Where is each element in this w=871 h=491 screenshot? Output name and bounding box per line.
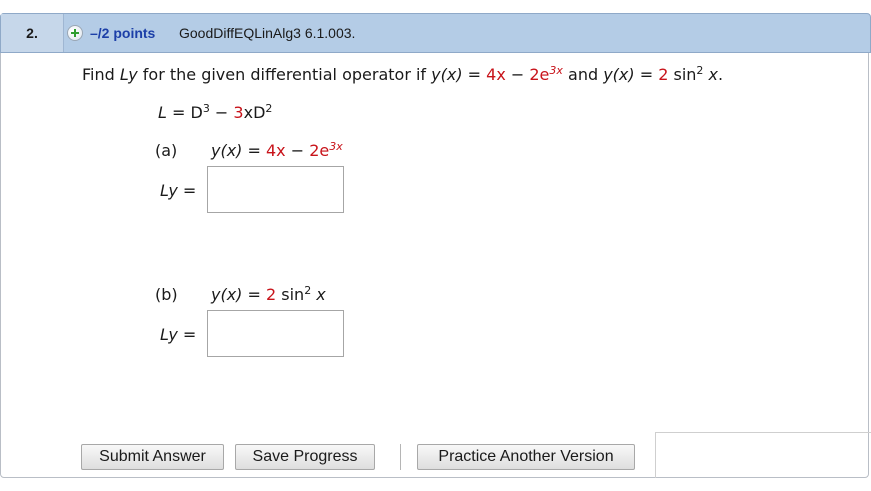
- part-b-function: y(x) = 2 sin2 x: [211, 285, 326, 304]
- part-b-eq: =: [242, 285, 266, 304]
- prompt-exponent: 3x: [549, 64, 563, 77]
- prompt-eq: =: [462, 65, 487, 84]
- footer-divider: [655, 432, 656, 478]
- part-a-yx: y(x): [211, 141, 243, 160]
- prompt-term: 4x: [486, 65, 506, 84]
- operator-exponent: 2: [265, 102, 273, 115]
- part-a-ly: Ly: [160, 181, 178, 200]
- prompt-text: Find: [82, 65, 120, 84]
- operator-term: xD: [243, 103, 266, 122]
- part-b-ly-label: Ly =: [160, 325, 196, 344]
- prompt-x: x: [703, 65, 718, 84]
- part-a-label: (a): [155, 141, 178, 160]
- prompt-text: for the given differential operator if: [137, 65, 432, 84]
- question-number: 2.: [1, 14, 64, 52]
- question-header: 2. –/2 points GoodDiffEQLinAlg3 6.1.003.: [0, 13, 871, 53]
- part-a-exponent: 3x: [329, 140, 343, 153]
- part-a-eq: =: [242, 141, 266, 160]
- question-id: GoodDiffEQLinAlg3 6.1.003.: [179, 25, 356, 41]
- prompt-sin: sin: [668, 65, 697, 84]
- part-a-term: 4x: [266, 141, 286, 160]
- part-a-ly-label: Ly =: [160, 181, 196, 200]
- operator-eq: = D: [166, 103, 203, 122]
- expand-plus-icon[interactable]: [67, 25, 83, 41]
- prompt-period: .: [717, 65, 724, 84]
- points-label: –/2 points: [90, 25, 156, 41]
- prompt-yx: y(x): [603, 65, 635, 84]
- operator-l: L: [158, 103, 167, 122]
- part-b-label: (b): [155, 285, 178, 304]
- save-progress-button[interactable]: Save Progress: [235, 444, 375, 470]
- part-b-x: x: [311, 285, 326, 304]
- part-b-ly-eq: =: [177, 325, 197, 344]
- prompt-term: 2: [658, 65, 669, 84]
- button-separator: [400, 444, 401, 470]
- part-b-ly: Ly: [160, 325, 178, 344]
- operator-exponent: 3: [202, 102, 210, 115]
- operator-coefficient: 3: [233, 103, 244, 122]
- footer-divider: [655, 432, 871, 433]
- operator-minus: −: [209, 103, 234, 122]
- part-b-sin: sin: [276, 285, 305, 304]
- prompt-eq: =: [634, 65, 659, 84]
- prompt-yx: y(x): [431, 65, 463, 84]
- part-a-ly-eq: =: [177, 181, 197, 200]
- part-a-function: y(x) = 4x − 2e3x: [211, 141, 343, 160]
- operator-definition: L = D3 − 3xD2: [158, 103, 272, 122]
- part-b-answer-input[interactable]: [207, 310, 344, 357]
- prompt-ly: Ly: [119, 65, 138, 84]
- prompt-text: and: [562, 65, 604, 84]
- prompt-minus: −: [505, 65, 530, 84]
- practice-another-version-button[interactable]: Practice Another Version: [417, 444, 635, 470]
- submit-answer-button[interactable]: Submit Answer: [81, 444, 224, 470]
- question-prompt: Find Ly for the given differential opera…: [82, 65, 723, 84]
- part-a-minus: −: [285, 141, 310, 160]
- part-b-yx: y(x): [211, 285, 243, 304]
- part-b-term: 2: [266, 285, 277, 304]
- part-a-term: 2e: [309, 141, 330, 160]
- prompt-term: 2e: [529, 65, 550, 84]
- part-a-answer-input[interactable]: [207, 166, 344, 213]
